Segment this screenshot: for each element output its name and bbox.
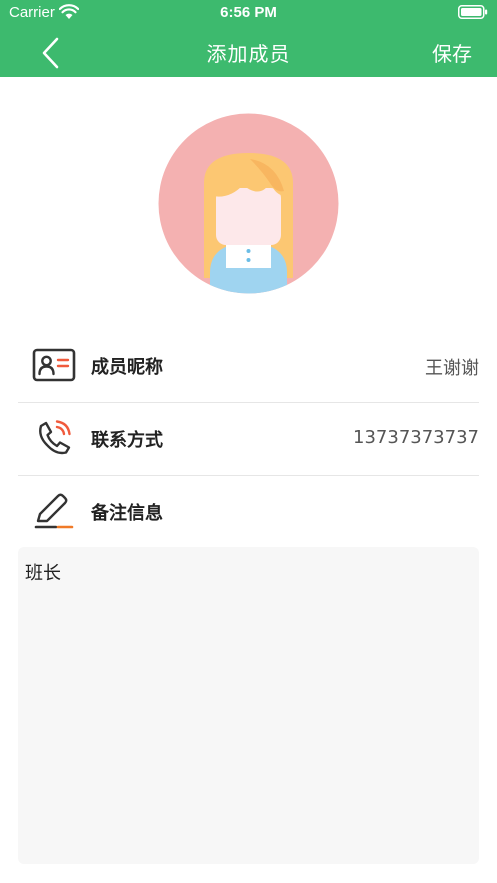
nickname-row[interactable]: 成员昵称 王谢谢 xyxy=(18,329,479,403)
edit-pen-icon xyxy=(34,493,74,529)
status-bar: Carrier 6:56 PM xyxy=(0,0,497,26)
girl-avatar-icon[interactable] xyxy=(158,113,339,294)
phone-icon xyxy=(39,420,71,455)
contact-row[interactable]: 联系方式 13737373737 xyxy=(18,402,479,476)
remark-label: 备注信息 xyxy=(91,503,163,524)
battery-icon xyxy=(458,5,488,19)
page-title: 添加成员 xyxy=(206,42,291,66)
nickname-label: 成员昵称 xyxy=(91,357,163,378)
nickname-value[interactable]: 王谢谢 xyxy=(425,354,479,380)
save-button[interactable]: 保存 xyxy=(432,38,472,67)
remark-row: 备注信息 xyxy=(18,475,479,548)
nav-bar: 添加成员 保存 xyxy=(0,26,497,77)
status-time: 6:56 PM xyxy=(220,4,277,21)
header: Carrier 6:56 PM 添加成员 保存 xyxy=(0,0,497,77)
contact-label: 联系方式 xyxy=(91,430,163,451)
id-card-icon xyxy=(32,348,76,382)
remark-textarea[interactable]: 班长 xyxy=(18,547,479,864)
contact-value[interactable]: 13737373737 xyxy=(353,427,479,448)
